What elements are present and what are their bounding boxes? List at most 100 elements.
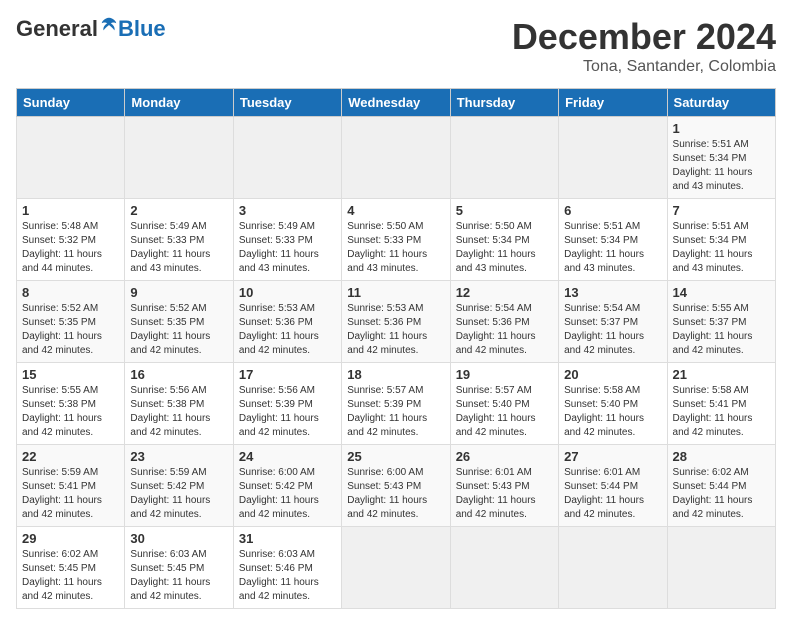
day-number: 16	[130, 367, 227, 382]
calendar-cell: 6 Sunrise: 5:51 AM Sunset: 5:34 PM Daylig…	[559, 199, 667, 281]
day-number: 14	[673, 285, 770, 300]
title-area: December 2024 Tona, Santander, Colombia	[512, 16, 776, 76]
day-number: 28	[673, 449, 770, 464]
day-detail: Sunrise: 5:53 AM Sunset: 5:36 PM Dayligh…	[239, 302, 336, 358]
calendar-cell	[559, 527, 667, 609]
calendar-cell: 21Sunrise: 5:58 AM Sunset: 5:41 PM Dayli…	[667, 363, 775, 445]
day-number: 2	[130, 203, 227, 218]
calendar-cell: 13Sunrise: 5:54 AM Sunset: 5:37 PM Dayli…	[559, 281, 667, 363]
header: General Blue December 2024 Tona, Santand…	[16, 16, 776, 76]
day-detail: Sunrise: 5:56 AM Sunset: 5:39 PM Dayligh…	[239, 384, 336, 440]
calendar-cell: 8 Sunrise: 5:52 AM Sunset: 5:35 PM Daylig…	[17, 281, 125, 363]
calendar-cell: 24 Sunrise: 6:00 AM Sunset: 5:42 PM Dayli…	[233, 445, 341, 527]
calendar-cell: 25Sunrise: 6:00 AM Sunset: 5:43 PM Dayli…	[342, 445, 450, 527]
day-detail: Sunrise: 6:00 AM Sunset: 5:42 PM Dayligh…	[239, 466, 336, 522]
day-number: 13	[564, 285, 661, 300]
day-number: 6	[564, 203, 661, 218]
calendar-cell: 26 Sunrise: 6:01 AM Sunset: 5:43 PM Dayli…	[450, 445, 558, 527]
calendar-cell: 15Sunrise: 5:55 AM Sunset: 5:38 PM Dayli…	[17, 363, 125, 445]
calendar-cell: 12Sunrise: 5:54 AM Sunset: 5:36 PM Dayli…	[450, 281, 558, 363]
day-detail: Sunrise: 6:02 AM Sunset: 5:45 PM Dayligh…	[22, 548, 119, 604]
header-cell-thursday: Thursday	[450, 89, 558, 117]
day-number: 27	[564, 449, 661, 464]
day-detail: Sunrise: 6:01 AM Sunset: 5:44 PM Dayligh…	[564, 466, 661, 522]
day-number: 17	[239, 367, 336, 382]
day-number: 25	[347, 449, 444, 464]
day-number: 18	[347, 367, 444, 382]
day-detail: Sunrise: 5:57 AM Sunset: 5:40 PM Dayligh…	[456, 384, 553, 440]
calendar-cell	[559, 117, 667, 199]
day-number: 4	[347, 203, 444, 218]
week-row-5: 22Sunrise: 5:59 AM Sunset: 5:41 PM Dayli…	[17, 445, 776, 527]
day-number: 3	[239, 203, 336, 218]
day-detail: Sunrise: 5:52 AM Sunset: 5:35 PM Dayligh…	[130, 302, 227, 358]
day-detail: Sunrise: 5:51 AM Sunset: 5:34 PM Dayligh…	[673, 220, 770, 276]
header-cell-tuesday: Tuesday	[233, 89, 341, 117]
day-number: 10	[239, 285, 336, 300]
calendar-cell: 11Sunrise: 5:53 AM Sunset: 5:36 PM Dayli…	[342, 281, 450, 363]
day-number: 24	[239, 449, 336, 464]
calendar-cell: 30 Sunrise: 6:03 AM Sunset: 5:45 PM Dayli…	[125, 527, 233, 609]
calendar-cell: 9 Sunrise: 5:52 AM Sunset: 5:35 PM Daylig…	[125, 281, 233, 363]
header-cell-wednesday: Wednesday	[342, 89, 450, 117]
day-detail: Sunrise: 5:49 AM Sunset: 5:33 PM Dayligh…	[130, 220, 227, 276]
calendar-cell: 28Sunrise: 6:02 AM Sunset: 5:44 PM Dayli…	[667, 445, 775, 527]
day-detail: Sunrise: 5:48 AM Sunset: 5:32 PM Dayligh…	[22, 220, 119, 276]
day-number: 1	[673, 121, 770, 136]
calendar-cell: 22Sunrise: 5:59 AM Sunset: 5:41 PM Dayli…	[17, 445, 125, 527]
calendar-cell: 10 Sunrise: 5:53 AM Sunset: 5:36 PM Dayli…	[233, 281, 341, 363]
day-number: 20	[564, 367, 661, 382]
calendar-cell: 5Sunrise: 5:50 AM Sunset: 5:34 PM Daylig…	[450, 199, 558, 281]
day-detail: Sunrise: 5:54 AM Sunset: 5:36 PM Dayligh…	[456, 302, 553, 358]
calendar-cell: 16Sunrise: 5:56 AM Sunset: 5:38 PM Dayli…	[125, 363, 233, 445]
calendar-cell	[342, 527, 450, 609]
logo-blue: Blue	[118, 16, 166, 42]
day-number: 19	[456, 367, 553, 382]
calendar-cell: 31Sunrise: 6:03 AM Sunset: 5:46 PM Dayli…	[233, 527, 341, 609]
day-number: 8	[22, 285, 119, 300]
calendar-cell: 17 Sunrise: 5:56 AM Sunset: 5:39 PM Dayli…	[233, 363, 341, 445]
day-number: 22	[22, 449, 119, 464]
day-detail: Sunrise: 5:58 AM Sunset: 5:41 PM Dayligh…	[673, 384, 770, 440]
calendar-cell: 27 Sunrise: 6:01 AM Sunset: 5:44 PM Dayli…	[559, 445, 667, 527]
header-cell-saturday: Saturday	[667, 89, 775, 117]
calendar-table: SundayMondayTuesdayWednesdayThursdayFrid…	[16, 88, 776, 609]
week-row-3: 8 Sunrise: 5:52 AM Sunset: 5:35 PM Daylig…	[17, 281, 776, 363]
day-number: 9	[130, 285, 227, 300]
day-detail: Sunrise: 5:50 AM Sunset: 5:33 PM Dayligh…	[347, 220, 444, 276]
calendar-cell	[17, 117, 125, 199]
header-row: SundayMondayTuesdayWednesdayThursdayFrid…	[17, 89, 776, 117]
week-row-2: 1 Sunrise: 5:48 AM Sunset: 5:32 PM Daylig…	[17, 199, 776, 281]
day-number: 11	[347, 285, 444, 300]
day-detail: Sunrise: 6:03 AM Sunset: 5:45 PM Dayligh…	[130, 548, 227, 604]
logo: General Blue	[16, 16, 166, 42]
day-number: 30	[130, 531, 227, 546]
calendar-cell: 18Sunrise: 5:57 AM Sunset: 5:39 PM Dayli…	[342, 363, 450, 445]
day-detail: Sunrise: 5:52 AM Sunset: 5:35 PM Dayligh…	[22, 302, 119, 358]
calendar-cell: 29Sunrise: 6:02 AM Sunset: 5:45 PM Dayli…	[17, 527, 125, 609]
calendar-cell: 14Sunrise: 5:55 AM Sunset: 5:37 PM Dayli…	[667, 281, 775, 363]
day-detail: Sunrise: 5:49 AM Sunset: 5:33 PM Dayligh…	[239, 220, 336, 276]
calendar-cell: 1 Sunrise: 5:51 AM Sunset: 5:34 PM Daylig…	[667, 117, 775, 199]
calendar-subtitle: Tona, Santander, Colombia	[512, 58, 776, 76]
day-detail: Sunrise: 5:51 AM Sunset: 5:34 PM Dayligh…	[673, 138, 770, 194]
logo-general: General	[16, 16, 98, 42]
calendar-title: December 2024	[512, 16, 776, 58]
day-number: 7	[673, 203, 770, 218]
day-number: 15	[22, 367, 119, 382]
day-number: 26	[456, 449, 553, 464]
week-row-1: 1 Sunrise: 5:51 AM Sunset: 5:34 PM Daylig…	[17, 117, 776, 199]
calendar-cell: 4 Sunrise: 5:50 AM Sunset: 5:33 PM Daylig…	[342, 199, 450, 281]
day-detail: Sunrise: 5:59 AM Sunset: 5:42 PM Dayligh…	[130, 466, 227, 522]
calendar-cell	[450, 527, 558, 609]
day-detail: Sunrise: 5:51 AM Sunset: 5:34 PM Dayligh…	[564, 220, 661, 276]
day-detail: Sunrise: 5:50 AM Sunset: 5:34 PM Dayligh…	[456, 220, 553, 276]
header-cell-monday: Monday	[125, 89, 233, 117]
week-row-6: 29Sunrise: 6:02 AM Sunset: 5:45 PM Dayli…	[17, 527, 776, 609]
day-detail: Sunrise: 6:01 AM Sunset: 5:43 PM Dayligh…	[456, 466, 553, 522]
calendar-cell	[667, 527, 775, 609]
day-number: 1	[22, 203, 119, 218]
day-number: 31	[239, 531, 336, 546]
calendar-cell: 1 Sunrise: 5:48 AM Sunset: 5:32 PM Daylig…	[17, 199, 125, 281]
calendar-cell: 3 Sunrise: 5:49 AM Sunset: 5:33 PM Daylig…	[233, 199, 341, 281]
